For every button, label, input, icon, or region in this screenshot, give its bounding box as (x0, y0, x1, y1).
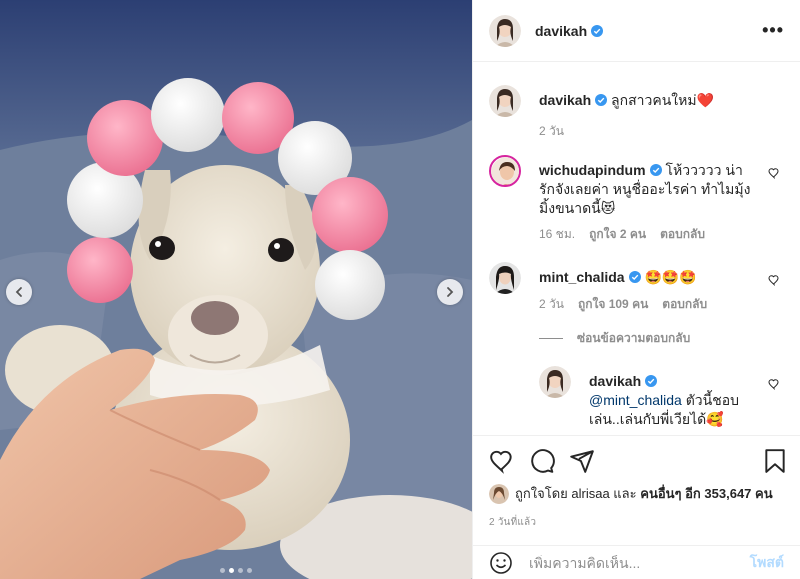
verified-badge-icon (645, 375, 658, 387)
more-options-button[interactable]: ••• (762, 20, 784, 41)
reply-body: davikah @mint_chalida ตัวนี้ชอบเล่น..เล่… (589, 372, 756, 429)
post-actions: ถูกใจโดย alrisaa และ คนอื่นๆ อีก 353,647… (473, 435, 800, 545)
action-icons-row (489, 448, 785, 474)
comment-text: 🤩🤩🤩 (644, 269, 697, 285)
verified-badge-icon (628, 271, 641, 283)
caption-body: davikah ลูกสาวคนใหม่❤️ (539, 91, 756, 110)
like-comment-heart-icon[interactable] (768, 378, 780, 390)
comment-username[interactable]: davikah (539, 92, 591, 108)
comment-time[interactable]: 2 วัน (539, 295, 564, 314)
liker-avatar[interactable] (489, 483, 509, 504)
like-comment-heart-icon[interactable] (768, 167, 780, 179)
comment-meta: 2 วัน ถูกใจ 109 คน ตอบกลับ (539, 295, 707, 314)
post-photo[interactable] (0, 0, 472, 579)
comment-username[interactable]: davikah (589, 373, 641, 389)
commenter-avatar[interactable] (489, 262, 521, 294)
commenter-avatar[interactable] (489, 155, 521, 187)
caption-text: ลูกสาวคนใหม่❤️ (611, 92, 715, 108)
puppy-photo-illustration (0, 0, 472, 579)
author-username[interactable]: davikah (535, 23, 587, 39)
carousel-dot (238, 568, 243, 573)
reply-button[interactable]: ตอบกลับ (660, 225, 705, 244)
hide-replies-button[interactable]: ซ่อนข้อความตอบกลับ (539, 329, 690, 348)
post-comment-button[interactable]: โพสต์ (750, 552, 784, 574)
likes-prefix: ถูกใจโดย (515, 486, 568, 501)
post-modal: davikah ••• davikah ลูกสาวคนใหม่❤️ 2 วัน (0, 0, 800, 579)
carousel-dot (220, 568, 225, 573)
post-side-panel: davikah ••• davikah ลูกสาวคนใหม่❤️ 2 วัน (472, 0, 800, 579)
comment-composer: โพสต์ (473, 545, 800, 579)
mention-link[interactable]: @mint_chalida (589, 392, 682, 408)
heart-icon[interactable] (489, 448, 515, 474)
likes-and: และ (613, 486, 637, 501)
author-avatar[interactable] (489, 85, 521, 117)
comment-meta: 2 วัน (539, 122, 564, 141)
next-photo-button[interactable] (437, 279, 463, 305)
hide-replies-label: ซ่อนข้อความตอบกลับ (577, 331, 691, 345)
comments-list: davikah ลูกสาวคนใหม่❤️ 2 วัน wichudapind… (473, 63, 800, 435)
comment-body: mint_chalida 🤩🤩🤩 (539, 268, 756, 287)
reply-button[interactable]: ตอบกลับ (662, 295, 707, 314)
comment-username[interactable]: wichudapindum (539, 162, 646, 178)
carousel-dot (247, 568, 252, 573)
comment-username[interactable]: mint_chalida (539, 269, 625, 285)
chevron-right-icon (447, 287, 454, 297)
carousel-dot-active (229, 568, 234, 573)
like-comment-heart-icon[interactable] (768, 274, 780, 286)
comment-meta: 16 ชม. ถูกใจ 2 คน ตอบกลับ (539, 225, 705, 244)
comment-body: wichudapindum โห้ววววว น่ารักจังเลยค่า ห… (539, 161, 756, 218)
liker-username[interactable]: alrisaa (571, 486, 609, 501)
comment-icon[interactable] (529, 448, 555, 474)
author-avatar[interactable] (489, 14, 521, 47)
verified-badge-icon (595, 94, 608, 106)
likes-summary: ถูกใจโดย alrisaa และ คนอื่นๆ อีก 353,647… (489, 483, 792, 504)
comment-item: wichudapindum โห้ววววว น่ารักจังเลยค่า ห… (489, 155, 784, 245)
comment-item: mint_chalida 🤩🤩🤩 2 วัน ถูกใจ 109 คน ตอบก… (489, 262, 784, 322)
reply-item: davikah @mint_chalida ตัวนี้ชอบเล่น..เล่… (539, 366, 784, 435)
comment-likes[interactable]: ถูกใจ 2 คน (589, 225, 646, 244)
carousel-dots (0, 568, 472, 573)
caption-comment: davikah ลูกสาวคนใหม่❤️ 2 วัน (489, 85, 784, 145)
comment-likes[interactable]: ถูกใจ 109 คน (578, 295, 648, 314)
share-icon[interactable] (569, 448, 595, 474)
hide-replies-line (539, 338, 563, 339)
comment-input[interactable] (529, 554, 750, 571)
previous-photo-button[interactable] (6, 279, 32, 305)
post-timestamp[interactable]: 2 วันที่แล้ว (489, 515, 536, 530)
author-avatar[interactable] (539, 366, 571, 398)
verified-badge-icon (591, 24, 604, 37)
likes-others-link[interactable]: คนอื่นๆ อีก 353,647 คน (640, 483, 772, 504)
emoji-icon[interactable] (489, 551, 513, 575)
comment-time[interactable]: 2 วัน (539, 122, 564, 141)
verified-badge-icon (649, 164, 662, 176)
chevron-left-icon (15, 287, 22, 297)
bookmark-icon[interactable] (762, 448, 788, 474)
post-header: davikah ••• (473, 0, 800, 62)
comment-time[interactable]: 16 ชม. (539, 225, 575, 244)
